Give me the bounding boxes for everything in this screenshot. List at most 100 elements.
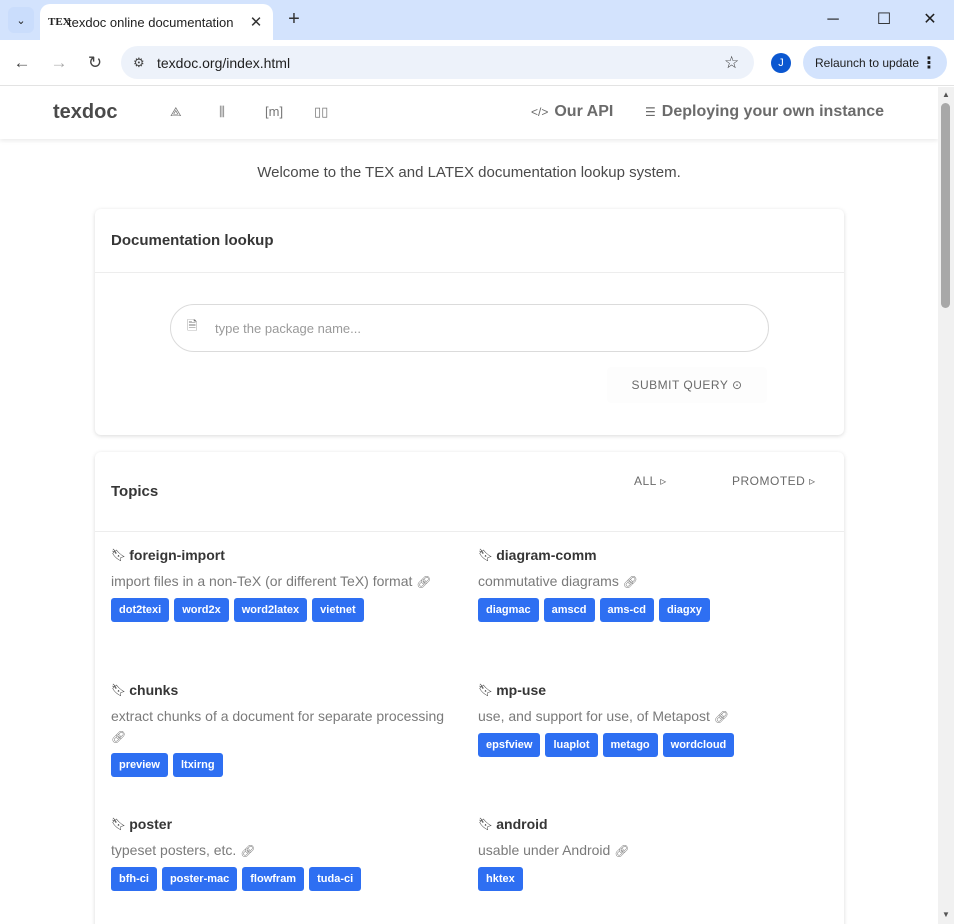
profile-avatar[interactable]: J	[771, 53, 791, 73]
package-tag[interactable]: flowfram	[242, 867, 305, 891]
package-tag[interactable]: word2latex	[233, 598, 308, 622]
maximize-icon[interactable]: ☐	[869, 8, 899, 32]
topic-name-label: diagram-comm	[496, 547, 597, 563]
lookup-card: Documentation lookup 🗎 SUBMIT QUERY ⊙	[95, 209, 844, 435]
relaunch-button[interactable]: Relaunch to update ⋮	[803, 46, 947, 79]
package-tag[interactable]: vietnet	[312, 598, 364, 622]
file-icon: 🗎	[187, 318, 198, 333]
topic-name-label: foreign-import	[129, 547, 225, 563]
topic-item: 🔖︎ poster typeset posters, etc. 🔗︎ bfh-ci po…	[111, 816, 461, 891]
api-link[interactable]: </> Our API	[531, 103, 613, 121]
reload-icon[interactable]: ↻	[83, 51, 107, 75]
package-tag[interactable]: bfh-ci	[111, 867, 157, 891]
site-navbar: texdoc ⟁ ⫼ [m] ▯▯ </> Our API ☰ Deployin…	[0, 87, 938, 139]
tag-list: diagmac amscd ams-cd diagxy	[478, 598, 828, 622]
page-viewport: texdoc ⟁ ⫼ [m] ▯▯ </> Our API ☰ Deployin…	[0, 87, 938, 924]
tab-bar: ⌄ TEX texdoc online documentation ✕ + ─ …	[0, 0, 954, 40]
gitlab-icon[interactable]: ⟁	[170, 104, 182, 120]
package-tag[interactable]: metago	[602, 733, 658, 757]
topic-description: use, and support for use, of Metapost 🔗︎	[478, 706, 828, 727]
package-tag[interactable]: amscd	[543, 598, 595, 622]
bookmark-icon: 🔖︎	[111, 548, 127, 562]
link-icon[interactable]: 🔗︎	[623, 575, 638, 589]
topic-description: commutative diagrams 🔗︎	[478, 571, 828, 592]
map-icon[interactable]: ▯▯	[314, 104, 328, 120]
bookmark-icon: 🔖︎	[478, 817, 494, 831]
ctan-icon[interactable]: ⫼	[219, 104, 225, 120]
topic-desc-text: import files in a non-TeX (or different …	[111, 573, 413, 589]
topic-name[interactable]: 🔖︎ foreign-import	[111, 547, 461, 563]
submit-query-button[interactable]: SUBMIT QUERY ⊙	[607, 367, 767, 403]
link-icon[interactable]: 🔗︎	[714, 710, 729, 724]
search-box[interactable]: 🗎	[170, 304, 769, 352]
page-scrollbar[interactable]: ▲ ▼	[938, 87, 954, 924]
package-tag[interactable]: ams-cd	[599, 598, 655, 622]
server-icon: ☰	[645, 105, 656, 119]
address-bar[interactable]: ⚙ texdoc.org/index.html ☆	[121, 46, 754, 79]
new-tab-button[interactable]: +	[282, 8, 306, 32]
topic-description: usable under Android 🔗︎	[478, 840, 828, 861]
minimize-icon[interactable]: ─	[818, 8, 848, 32]
package-tag[interactable]: epsfview	[478, 733, 541, 757]
topic-description: import files in a non-TeX (or different …	[111, 571, 461, 592]
package-tag[interactable]: diagxy	[659, 598, 710, 622]
topic-name[interactable]: 🔖︎ mp-use	[478, 682, 828, 698]
package-tag[interactable]: poster-mac	[161, 867, 238, 891]
package-tag[interactable]: hktex	[478, 867, 523, 891]
package-tag[interactable]: ltxirng	[172, 753, 223, 777]
browser-tab[interactable]: TEX texdoc online documentation ✕	[40, 4, 273, 40]
package-search-input[interactable]	[215, 320, 768, 336]
tab-promoted[interactable]: PROMOTED ▹	[732, 474, 816, 488]
package-tag[interactable]: word2x	[174, 598, 229, 622]
topics-card-header: Topics ALL ▹ PROMOTED ▹	[95, 452, 844, 532]
tab-search-button[interactable]: ⌄	[8, 7, 34, 33]
forward-icon[interactable]: →	[47, 51, 71, 75]
deploy-link[interactable]: ☰ Deploying your own instance	[645, 103, 884, 121]
relaunch-label: Relaunch to update	[815, 55, 920, 70]
topic-item: 🔖︎ android usable under Android 🔗︎ hktex	[478, 816, 828, 891]
package-tag[interactable]: preview	[111, 753, 168, 777]
window-close-icon[interactable]: ✕	[915, 8, 945, 32]
topics-title: Topics	[111, 483, 159, 500]
tab-all-label: ALL	[634, 474, 657, 488]
browser-toolbar: ← → ↻ ⚙ texdoc.org/index.html ☆ J Relaun…	[0, 40, 954, 86]
link-icon[interactable]: 🔗︎	[614, 844, 629, 858]
topic-name[interactable]: 🔖︎ chunks	[111, 682, 461, 698]
close-tab-icon[interactable]: ✕	[247, 13, 265, 31]
lookup-title: Documentation lookup	[111, 232, 274, 249]
brand-logo[interactable]: texdoc	[53, 101, 117, 124]
topic-item: 🔖︎ foreign-import import files in a non-Te…	[111, 547, 461, 622]
link-icon[interactable]: 🔗︎	[416, 575, 431, 589]
topic-description: extract chunks of a document for separat…	[111, 706, 461, 747]
package-tag[interactable]: wordcloud	[662, 733, 735, 757]
menu-dots-icon[interactable]: ⋮	[921, 53, 937, 73]
submit-query-label: SUBMIT QUERY	[631, 378, 729, 392]
bookmark-icon: 🔖︎	[111, 683, 127, 697]
scroll-down-icon[interactable]: ▼	[942, 910, 950, 919]
package-tag[interactable]: luaplot	[545, 733, 598, 757]
link-icon[interactable]: 🔗︎	[111, 730, 126, 744]
matrix-icon[interactable]: [m]	[265, 104, 283, 119]
topic-name[interactable]: 🔖︎ poster	[111, 816, 461, 832]
package-tag[interactable]: diagmac	[478, 598, 539, 622]
tab-all[interactable]: ALL ▹	[634, 474, 667, 488]
tag-list: epsfview luaplot metago wordcloud	[478, 733, 828, 757]
scroll-thumb[interactable]	[941, 103, 950, 308]
topic-name[interactable]: 🔖︎ android	[478, 816, 828, 832]
package-tag[interactable]: tuda-ci	[309, 867, 362, 891]
tag-list: dot2texi word2x word2latex vietnet	[111, 598, 461, 622]
topic-desc-text: extract chunks of a document for separat…	[111, 708, 445, 724]
bookmark-star-icon[interactable]: ☆	[724, 53, 754, 73]
topic-item: 🔖︎ diagram-comm commutative diagrams 🔗︎ dia…	[478, 547, 828, 622]
back-icon[interactable]: ←	[10, 51, 34, 75]
topics-card: Topics ALL ▹ PROMOTED ▹ 🔖︎ foreign-import…	[95, 452, 844, 924]
topic-name[interactable]: 🔖︎ diagram-comm	[478, 547, 828, 563]
package-tag[interactable]: dot2texi	[111, 598, 170, 622]
lookup-card-header: Documentation lookup	[95, 209, 844, 273]
site-info-icon[interactable]: ⚙	[133, 55, 157, 71]
topic-item: 🔖︎ mp-use use, and support for use, of Met…	[478, 682, 828, 757]
scroll-up-icon[interactable]: ▲	[942, 90, 950, 99]
link-icon[interactable]: 🔗︎	[240, 844, 255, 858]
url-text[interactable]: texdoc.org/index.html	[157, 55, 724, 71]
topic-name-label: android	[496, 816, 548, 832]
